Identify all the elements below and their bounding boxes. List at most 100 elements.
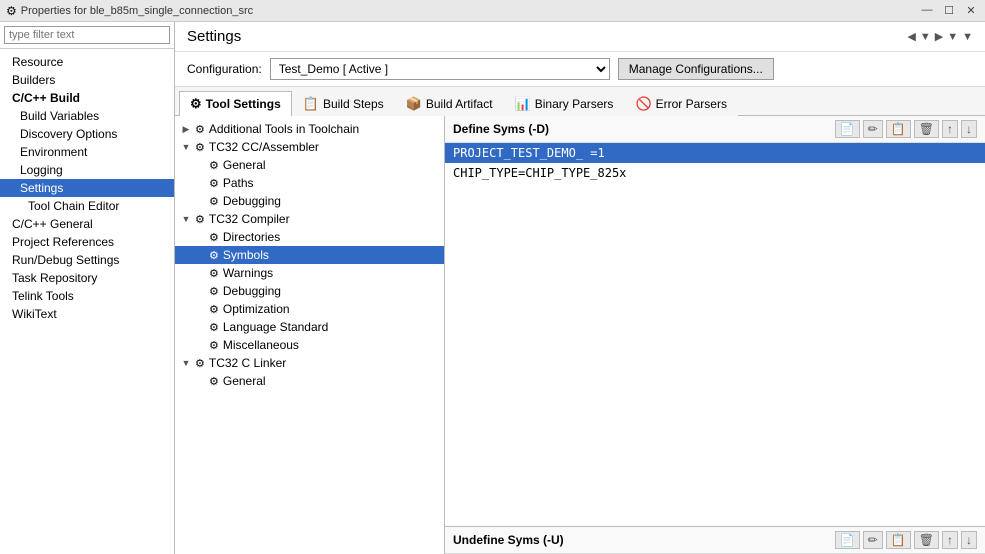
undefine-add-button[interactable]: 📄 bbox=[835, 531, 860, 549]
tree-item-icon-general-asm: ⚙ bbox=[209, 159, 219, 172]
config-select[interactable]: Test_Demo [ Active ] bbox=[270, 58, 610, 80]
tool-settings-icon: ⚙ bbox=[190, 96, 202, 112]
tree-item-icon-lang-standard: ⚙ bbox=[209, 321, 219, 334]
filter-box bbox=[0, 22, 174, 49]
undefine-edit-button[interactable]: ✏ bbox=[863, 531, 883, 549]
title-bar: ⚙ Properties for ble_b85m_single_connect… bbox=[0, 0, 985, 22]
sidebar: ResourceBuildersC/C++ BuildBuild Variabl… bbox=[0, 22, 175, 554]
sidebar-item-proj-refs[interactable]: Project References bbox=[0, 233, 174, 251]
tab-binary-parsers[interactable]: 📊Binary Parsers bbox=[504, 91, 625, 116]
title-bar-left: ⚙ Properties for ble_b85m_single_connect… bbox=[6, 4, 253, 18]
tree-item-label-tc32-linker: TC32 C Linker bbox=[209, 356, 286, 370]
undefine-up-button[interactable]: ↑ bbox=[942, 531, 958, 549]
define-row-0[interactable]: PROJECT_TEST_DEMO_ =1 bbox=[445, 143, 985, 163]
tree-item-debugging[interactable]: ⚙ Debugging bbox=[175, 282, 444, 300]
settings-title: Settings bbox=[187, 28, 241, 45]
tree-item-warnings[interactable]: ⚙Warnings bbox=[175, 264, 444, 282]
tree-item-tc32-cc[interactable]: ▼⚙TC32 CC/Assembler bbox=[175, 138, 444, 156]
tab-error-parsers[interactable]: 🚫 Error Parsers bbox=[624, 91, 738, 116]
content-area: Settings ◀ ▼ ▶ ▼ ▼ Configuration: Test_D… bbox=[175, 22, 985, 554]
nav-forward-dropdown[interactable]: ▼ bbox=[947, 30, 958, 43]
define-copy-button[interactable]: 📋 bbox=[886, 120, 911, 138]
tree-item-additional-tools[interactable]: ▶⚙Additional Tools in Toolchain bbox=[175, 120, 444, 138]
maximize-button[interactable]: ☐ bbox=[941, 4, 957, 17]
nav-back-dropdown[interactable]: ▼ bbox=[920, 30, 931, 43]
sidebar-item-run-debug[interactable]: Run/Debug Settings bbox=[0, 251, 174, 269]
tree-item-optimization[interactable]: ⚙Optimization bbox=[175, 300, 444, 318]
sidebar-item-cpp-general[interactable]: C/C++ General bbox=[0, 215, 174, 233]
undefine-copy-button[interactable]: 📋 bbox=[886, 531, 911, 549]
filter-input[interactable] bbox=[4, 26, 170, 44]
tab-tool-settings[interactable]: ⚙Tool Settings bbox=[179, 91, 292, 116]
tool-content: ▶⚙Additional Tools in Toolchain▼⚙TC32 CC… bbox=[175, 116, 985, 554]
tree-item-label-general-asm: General bbox=[223, 158, 266, 172]
tree-item-label-tc32-compiler: TC32 Compiler bbox=[209, 212, 290, 226]
tree-item-icon-tc32-compiler: ⚙ bbox=[195, 213, 205, 226]
define-add-button[interactable]: 📄 bbox=[835, 120, 860, 138]
minimize-button[interactable]: — bbox=[919, 4, 935, 17]
binary-parsers-icon: 📊 bbox=[515, 96, 531, 112]
build-artifact-icon: 📦 bbox=[406, 96, 422, 112]
tree-item-symbols[interactable]: ⚙ Symbols bbox=[175, 246, 444, 264]
sidebar-item-settings[interactable]: Settings bbox=[0, 179, 174, 197]
app-icon: ⚙ bbox=[6, 4, 17, 18]
tree-item-label-general-linker: General bbox=[223, 374, 266, 388]
define-up-button[interactable]: ↑ bbox=[942, 120, 958, 138]
undefine-delete-button[interactable]: 🗑 bbox=[914, 531, 939, 549]
nav-back-button[interactable]: ◀ bbox=[907, 30, 915, 43]
tree-item-label-miscellaneous: Miscellaneous bbox=[223, 338, 299, 352]
tree-item-miscellaneous[interactable]: ⚙ Miscellaneous bbox=[175, 336, 444, 354]
error-parsers-icon: 🚫 bbox=[635, 96, 651, 112]
tab-label-build-steps: Build Steps bbox=[323, 97, 384, 111]
define-list: PROJECT_TEST_DEMO_ =1CHIP_TYPE=CHIP_TYPE… bbox=[445, 143, 985, 526]
sidebar-item-wikitext[interactable]: WikiText bbox=[0, 305, 174, 323]
close-button[interactable]: ✕ bbox=[963, 4, 979, 17]
tree-item-tc32-linker[interactable]: ▼⚙TC32 C Linker bbox=[175, 354, 444, 372]
sidebar-item-environment[interactable]: Environment bbox=[0, 143, 174, 161]
sidebar-item-discovery[interactable]: Discovery Options bbox=[0, 125, 174, 143]
tree-item-paths-asm[interactable]: ⚙Paths bbox=[175, 174, 444, 192]
tree-item-icon-additional-tools: ⚙ bbox=[195, 123, 205, 136]
undefine-action-buttons: 📄 ✏ 📋 🗑 ↑ ↓ bbox=[835, 531, 977, 549]
sidebar-item-logging[interactable]: Logging bbox=[0, 161, 174, 179]
tree-expand-tc32-cc: ▼ bbox=[181, 142, 191, 152]
define-edit-button[interactable]: ✏ bbox=[863, 120, 883, 138]
undefine-down-button[interactable]: ↓ bbox=[961, 531, 977, 549]
tree-item-directories[interactable]: ⚙Directories bbox=[175, 228, 444, 246]
title-bar-controls: — ☐ ✕ bbox=[919, 4, 979, 17]
tree-item-label-warnings: Warnings bbox=[223, 266, 273, 280]
tree-item-lang-standard[interactable]: ⚙Language Standard bbox=[175, 318, 444, 336]
tree-item-icon-symbols: ⚙ bbox=[209, 249, 219, 262]
nav-menu-button[interactable]: ▼ bbox=[962, 30, 973, 43]
main-container: ResourceBuildersC/C++ BuildBuild Variabl… bbox=[0, 22, 985, 554]
define-delete-button[interactable]: 🗑 bbox=[914, 120, 939, 138]
tree-item-label-debugging: Debugging bbox=[223, 284, 281, 298]
sidebar-item-telink-tools[interactable]: Telink Tools bbox=[0, 287, 174, 305]
undefine-title: Undefine Syms (-U) bbox=[453, 533, 564, 547]
tree-item-general-asm[interactable]: ⚙ General bbox=[175, 156, 444, 174]
tree-expand-tc32-linker: ▼ bbox=[181, 358, 191, 368]
manage-configurations-button[interactable]: Manage Configurations... bbox=[618, 58, 774, 80]
define-action-buttons: 📄 ✏ 📋 🗑 ↑ ↓ bbox=[835, 120, 977, 138]
tree-item-label-tc32-cc: TC32 CC/Assembler bbox=[209, 140, 319, 154]
tree-item-icon-debugging: ⚙ bbox=[209, 285, 219, 298]
sidebar-item-cpp-build[interactable]: C/C++ Build bbox=[0, 89, 174, 107]
tab-build-artifact[interactable]: 📦Build Artifact bbox=[395, 91, 504, 116]
define-row-1[interactable]: CHIP_TYPE=CHIP_TYPE_825x bbox=[445, 163, 985, 183]
nav-forward-button[interactable]: ▶ bbox=[935, 30, 943, 43]
sidebar-item-toolchain[interactable]: Tool Chain Editor bbox=[0, 197, 174, 215]
tree-item-debug-asm[interactable]: ⚙Debugging bbox=[175, 192, 444, 210]
tree-item-general-linker[interactable]: ⚙General bbox=[175, 372, 444, 390]
config-row: Configuration: Test_Demo [ Active ] Mana… bbox=[175, 52, 985, 87]
sidebar-item-build-vars[interactable]: Build Variables bbox=[0, 107, 174, 125]
tree-item-tc32-compiler[interactable]: ▼ ⚙ TC32 Compiler bbox=[175, 210, 444, 228]
sidebar-item-builders[interactable]: Builders bbox=[0, 71, 174, 89]
sidebar-item-resource[interactable]: Resource bbox=[0, 53, 174, 71]
tree-item-label-symbols: Symbols bbox=[223, 248, 269, 262]
sidebar-item-task-repo[interactable]: Task Repository bbox=[0, 269, 174, 287]
tree-expand-tc32-compiler: ▼ bbox=[181, 214, 191, 224]
tab-label-error-parsers: Error Parsers bbox=[656, 97, 727, 111]
tab-build-steps[interactable]: 📋Build Steps bbox=[292, 91, 395, 116]
define-down-button[interactable]: ↓ bbox=[961, 120, 977, 138]
tree-item-icon-miscellaneous: ⚙ bbox=[209, 339, 219, 352]
